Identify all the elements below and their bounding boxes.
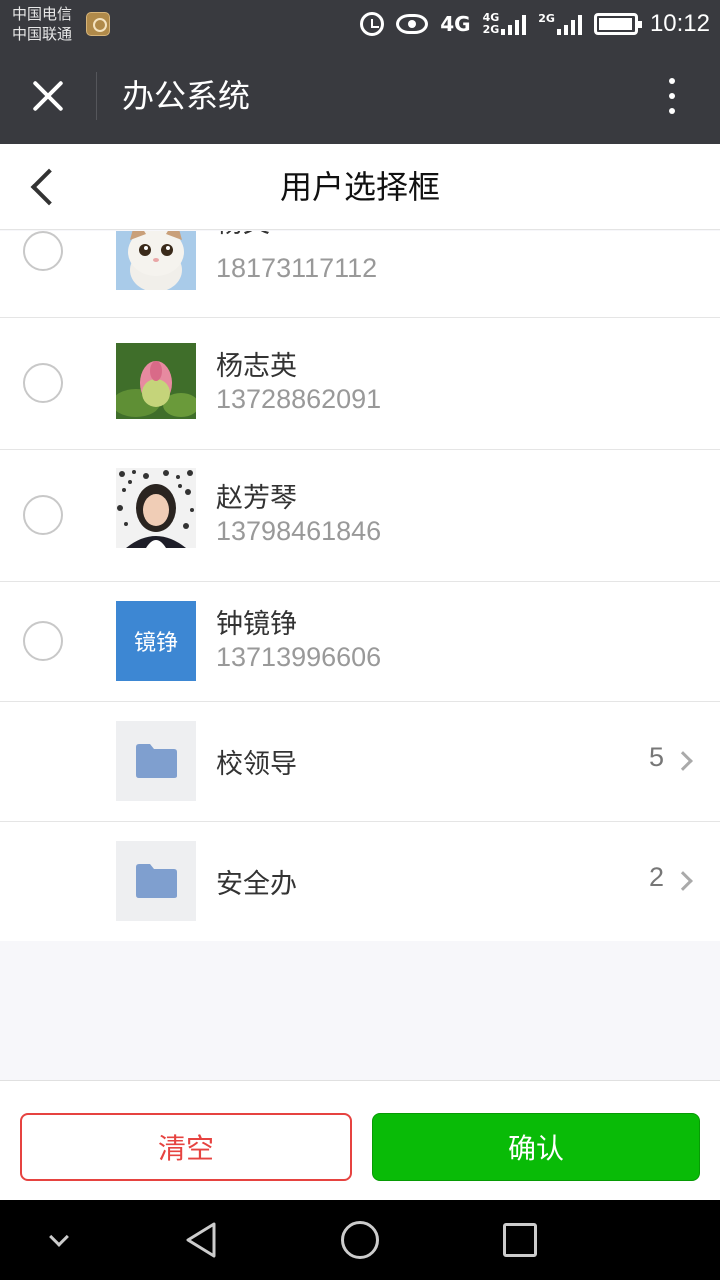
signal-bars-2-icon	[556, 13, 582, 35]
signal-bars-icon	[501, 13, 527, 35]
network-4g-label: 4G	[440, 12, 471, 36]
status-bar: 中国电信 中国联通 4G 4G 2G 2G 10:12	[0, 0, 720, 48]
user-name: 赵芳琴	[216, 483, 297, 514]
battery-icon	[593, 13, 642, 35]
user-avatar-cat	[116, 231, 196, 290]
carrier-labels: 中国电信 中国联通	[12, 4, 72, 44]
user-list[interactable]: 杨文 18173117112 杨志英 13728862091	[0, 231, 720, 941]
group-avatar	[116, 721, 196, 801]
action-bar: 清空 确认	[0, 1080, 720, 1200]
app-bar: 办公系统	[0, 48, 720, 144]
close-icon[interactable]	[22, 70, 74, 122]
page-header: 用户选择框	[0, 144, 720, 230]
carrier-1: 中国电信	[12, 5, 73, 23]
user-avatar-text: 镜铮	[116, 601, 196, 681]
user-phone: 13728862091	[216, 384, 382, 414]
user-name: 杨志英	[216, 351, 297, 382]
user-avatar-portrait	[116, 468, 196, 548]
clear-button[interactable]: 清空	[20, 1113, 352, 1181]
eye-comfort-icon	[396, 14, 429, 34]
user-row[interactable]: 杨志英 13728862091	[0, 318, 720, 450]
page-title: 用户选择框	[279, 168, 440, 206]
chevron-right-icon	[673, 871, 693, 891]
user-row[interactable]: 镜铮 钟镜铮 13713996606	[0, 582, 720, 702]
chevron-right-icon	[673, 751, 693, 771]
user-phone: 13798461846	[216, 516, 382, 546]
back-triangle-icon[interactable]	[182, 1220, 222, 1260]
select-radio[interactable]	[23, 363, 63, 403]
user-avatar-lotus	[116, 343, 196, 423]
user-phone: 18173117112	[216, 253, 378, 283]
clock: 10:12	[649, 10, 710, 37]
network-2g-label: 2G	[538, 12, 555, 25]
system-nav-bar	[0, 1200, 720, 1280]
select-radio[interactable]	[23, 231, 63, 271]
folder-icon	[136, 744, 177, 778]
more-menu-icon[interactable]	[654, 76, 690, 116]
select-radio[interactable]	[23, 495, 63, 535]
group-row[interactable]: 安全办 2	[0, 822, 720, 941]
group-count: 5	[648, 742, 664, 772]
hide-nav-icon[interactable]	[49, 1227, 69, 1247]
home-circle-icon[interactable]	[341, 1221, 379, 1259]
user-phone: 13713996606	[216, 642, 382, 672]
group-row[interactable]: 校领导 5	[0, 702, 720, 822]
notification-app-icon	[86, 12, 110, 36]
user-name: 钟镜铮	[216, 609, 297, 640]
divider	[96, 72, 97, 120]
user-row[interactable]: 杨文 18173117112	[0, 231, 720, 318]
user-name: 杨文	[216, 231, 270, 240]
app-title: 办公系统	[122, 77, 251, 115]
group-avatar	[116, 841, 196, 921]
dual-network-indicator: 4G 2G	[483, 12, 527, 36]
status-icons: 4G 4G 2G 2G 10:12	[360, 0, 710, 48]
alarm-icon	[360, 12, 385, 36]
carrier-2: 中国联通	[12, 25, 73, 43]
recents-square-icon[interactable]	[503, 1223, 537, 1257]
second-network-indicator: 2G	[538, 13, 582, 35]
group-count: 2	[648, 862, 664, 892]
user-row[interactable]: 赵芳琴 13798461846	[0, 450, 720, 582]
network-small-bottom: 2G	[482, 23, 500, 36]
group-label: 校领导	[216, 749, 297, 780]
group-label: 安全办	[216, 869, 297, 900]
confirm-button[interactable]: 确认	[372, 1113, 700, 1181]
folder-icon	[136, 864, 177, 898]
select-radio[interactable]	[23, 621, 63, 661]
